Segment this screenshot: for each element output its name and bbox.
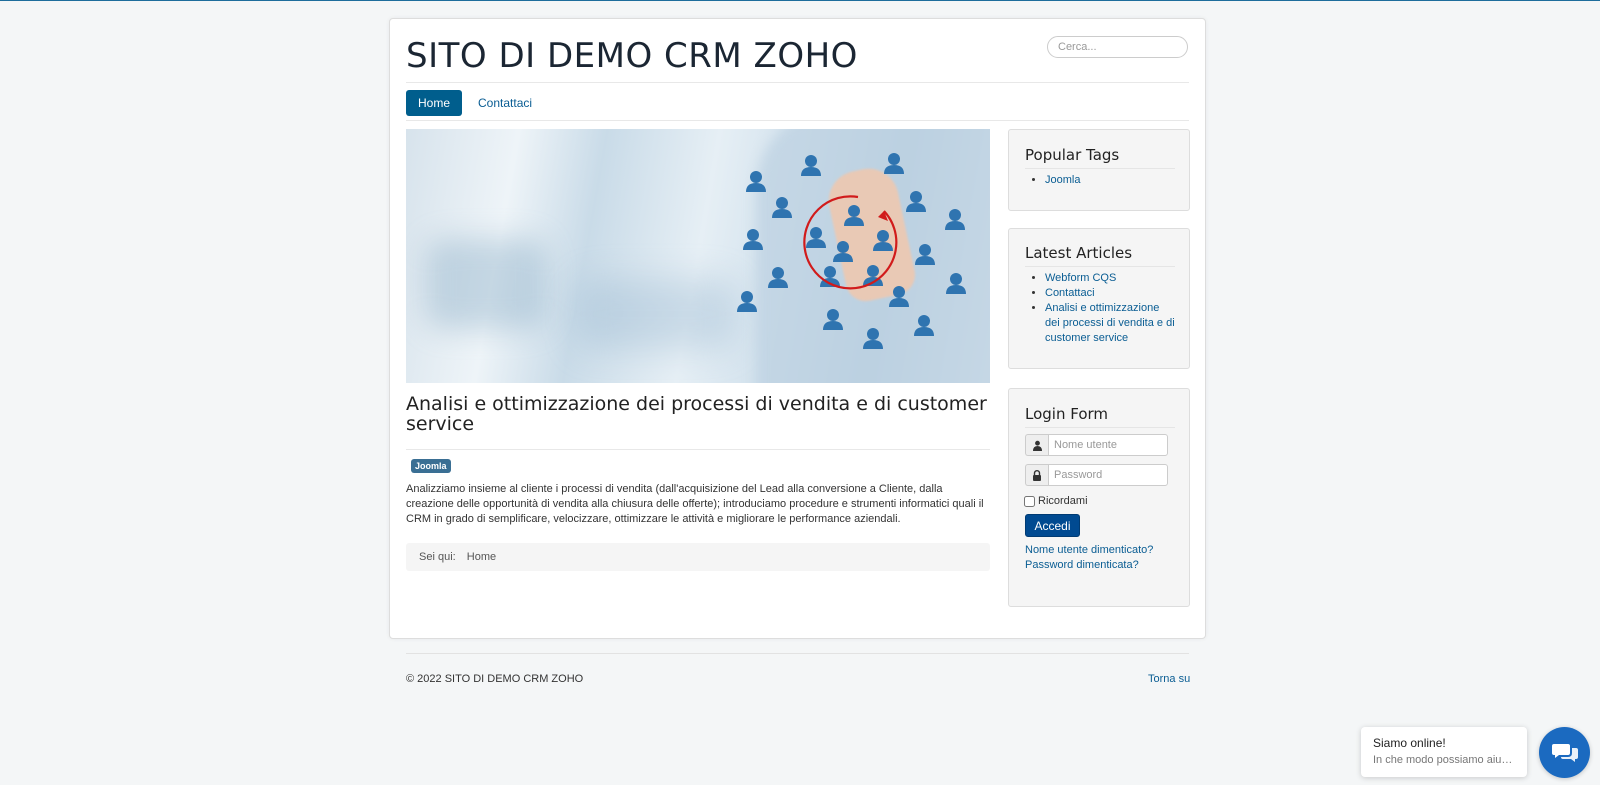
nav-item-home[interactable]: Home [406,90,463,116]
breadcrumb: Sei qui: Home [406,543,990,571]
article-title[interactable]: Analisi e ottimizzazione dei processi di… [406,394,990,434]
forgot-username-link[interactable]: Nome utente dimenticato? [1025,543,1153,558]
list-item: Contattaci [1045,286,1175,301]
main-nav: Home Contattaci [406,90,544,116]
popular-tags-title: Popular Tags [1025,146,1120,164]
lock-icon [1025,464,1048,486]
footer-divider [406,653,1189,654]
chat-button[interactable] [1539,727,1590,778]
forgot-password-link[interactable]: Password dimenticata? [1025,558,1153,573]
chat-subtitle: In che modo possiamo aiu… [1373,754,1513,766]
password-row [1025,464,1168,486]
breadcrumb-label: Sei qui: [419,551,456,563]
username-field[interactable] [1048,434,1168,456]
list-item: Joomla [1045,173,1080,188]
tag-link-joomla[interactable]: Joomla [1045,174,1080,186]
password-field[interactable] [1048,464,1168,486]
remember-checkbox[interactable] [1024,495,1035,507]
user-icon [1025,434,1048,456]
article-link-analisi[interactable]: Analisi e ottimizzazione dei processi di… [1045,302,1175,344]
login-form-module: Login Form Ricordami Accedi Nome utente … [1008,388,1190,607]
page-container: SITO DI DEMO CRM ZOHO Home Contattaci [389,18,1206,639]
site-title[interactable]: SITO DI DEMO CRM ZOHO [406,36,858,76]
nav-item-contattaci[interactable]: Contattaci [466,90,544,116]
list-item: Webform CQS [1045,271,1175,286]
search-input[interactable] [1047,36,1188,58]
footer-copyright: © 2022 SITO DI DEMO CRM ZOHO [406,673,584,685]
article-body: Analizziamo insieme al cliente i process… [406,483,984,525]
nav-divider [406,120,1189,121]
breadcrumb-current: Home [466,551,497,563]
chat-greeting[interactable]: Siamo online! In che modo possiamo aiu… [1361,727,1527,777]
latest-articles-module: Latest Articles Webform CQS Contattaci A… [1008,228,1190,369]
login-button[interactable]: Accedi [1025,514,1080,537]
list-item: Analisi e ottimizzazione dei processi di… [1045,301,1175,346]
article-divider [406,449,990,450]
chat-title: Siamo online! [1373,736,1446,750]
popular-tags-module: Popular Tags Joomla [1008,129,1190,211]
tag-badge[interactable]: Joomla [411,459,451,473]
hero-image [406,129,990,383]
article-link-contattaci[interactable]: Contattaci [1045,287,1095,299]
popular-tags-list: Joomla [1029,173,1080,188]
people-network-icon [737,153,966,349]
latest-articles-title: Latest Articles [1025,244,1133,262]
chat-bubbles-icon [1551,743,1578,762]
remember-label: Ricordami [1038,495,1088,507]
login-form-title: Login Form [1025,405,1109,423]
login-links: Nome utente dimenticato? Password diment… [1025,543,1153,573]
article-link-webform[interactable]: Webform CQS [1045,272,1116,284]
remember-me: Ricordami [1024,495,1088,507]
username-row [1025,434,1168,456]
latest-articles-list: Webform CQS Contattaci Analisi e ottimiz… [1029,271,1175,346]
header-divider [406,82,1189,83]
back-to-top-link[interactable]: Torna su [1148,673,1190,685]
